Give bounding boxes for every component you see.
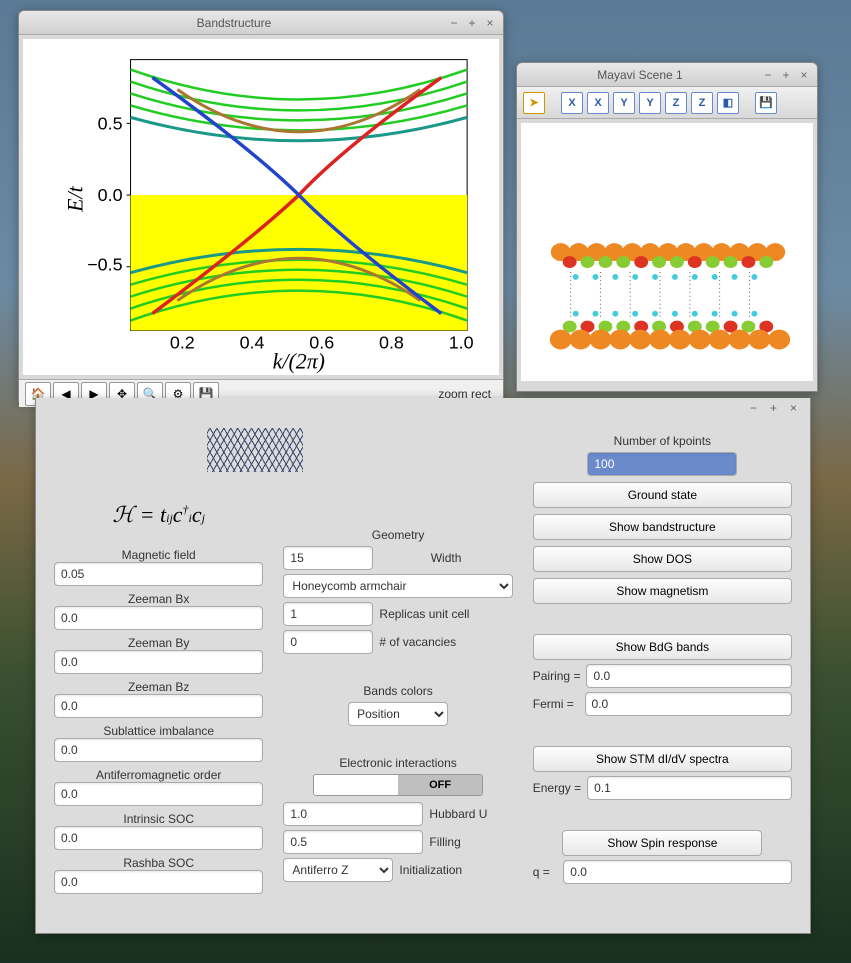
minimize-icon[interactable]: − — [447, 16, 461, 30]
show-bandstructure-button[interactable]: Show bandstructure — [533, 514, 792, 540]
zeeman-bz-label: Zeeman Bz — [128, 680, 189, 694]
axis-y-minus-icon[interactable]: Y — [639, 92, 661, 114]
close-icon[interactable]: × — [483, 16, 497, 30]
svg-text:0.2: 0.2 — [170, 332, 195, 352]
show-dos-button[interactable]: Show DOS — [533, 546, 792, 572]
minimize-icon[interactable]: − — [761, 68, 775, 82]
mayavi-titlebar[interactable]: Mayavi Scene 1 − + × — [517, 63, 817, 87]
bands-colors-select[interactable]: Position — [348, 702, 448, 726]
bandstructure-plot[interactable]: E/t k/(2π) 0.5 0.0 −0.5 0.2 0.4 0.6 0.8 … — [23, 39, 499, 375]
replicas-input[interactable] — [283, 602, 373, 626]
pointer-icon[interactable]: ➤ — [523, 92, 545, 114]
eint-label: Electronic interactions — [339, 756, 456, 770]
init-select[interactable]: Antiferro Z — [283, 858, 393, 882]
minimize-icon[interactable]: − — [750, 401, 764, 415]
intrinsic-soc-label: Intrinsic SOC — [123, 812, 194, 826]
zeeman-by-label: Zeeman By — [128, 636, 189, 650]
rashba-soc-input[interactable] — [54, 870, 263, 894]
svg-text:0.0: 0.0 — [98, 185, 123, 205]
geometry-label: Geometry — [372, 528, 425, 542]
energy-input[interactable] — [587, 776, 792, 800]
axis-z-plus-icon[interactable]: Z — [665, 92, 687, 114]
hamiltonian-equation: ℋ = tijc†icj — [112, 502, 205, 528]
hubbard-input[interactable] — [283, 802, 423, 826]
column-hamiltonian-params: ℋ = tijc†icj Magnetic field Zeeman Bx Ze… — [54, 428, 263, 894]
svg-text:1.0: 1.0 — [449, 332, 474, 352]
kpoints-label: Number of kpoints — [614, 434, 711, 448]
svg-text:E/t: E/t — [63, 185, 88, 212]
zeeman-by-input[interactable] — [54, 650, 263, 674]
intrinsic-soc-input[interactable] — [54, 826, 263, 850]
sublattice-input[interactable] — [54, 738, 263, 762]
bandstructure-title: Bandstructure — [25, 16, 443, 30]
mayavi-window: Mayavi Scene 1 − + × ➤ X X Y Y Z Z ◧ 💾 — [516, 62, 818, 392]
filling-label: Filling — [429, 835, 460, 849]
mayavi-toolbar: ➤ X X Y Y Z Z ◧ 💾 — [517, 87, 817, 119]
show-spin-button[interactable]: Show Spin response — [562, 830, 762, 856]
fermi-label: Fermi = — [533, 697, 579, 711]
zeeman-bx-label: Zeeman Bx — [128, 592, 189, 606]
axis-y-plus-icon[interactable]: Y — [613, 92, 635, 114]
maximize-icon[interactable]: + — [779, 68, 793, 82]
isometric-icon[interactable]: ◧ — [717, 92, 739, 114]
svg-text:0.6: 0.6 — [309, 332, 334, 352]
init-label: Initialization — [399, 863, 462, 877]
show-bdg-button[interactable]: Show BdG bands — [533, 634, 792, 660]
width-label: Width — [379, 551, 512, 565]
close-icon[interactable]: × — [790, 401, 804, 415]
svg-text:0.5: 0.5 — [98, 113, 123, 133]
fermi-input[interactable] — [585, 692, 792, 716]
vacancies-label: # of vacancies — [379, 635, 456, 649]
afm-input[interactable] — [54, 782, 263, 806]
energy-label: Energy = — [533, 781, 581, 795]
magnetic-field-label: Magnetic field — [122, 548, 196, 562]
ground-state-button[interactable]: Ground state — [533, 482, 792, 508]
close-icon[interactable]: × — [797, 68, 811, 82]
width-input[interactable] — [283, 546, 373, 570]
bands-colors-label: Bands colors — [363, 684, 432, 698]
afm-label: Antiferromagnetic order — [96, 768, 221, 782]
svg-text:−0.5: −0.5 — [87, 255, 122, 275]
replicas-label: Replicas unit cell — [379, 607, 469, 621]
maximize-icon[interactable]: + — [770, 401, 784, 415]
show-magnetism-button[interactable]: Show magnetism — [533, 578, 792, 604]
pairing-input[interactable] — [586, 664, 792, 688]
sublattice-label: Sublattice imbalance — [103, 724, 214, 738]
bandstructure-titlebar[interactable]: Bandstructure − + × — [19, 11, 503, 35]
axis-x-plus-icon[interactable]: X — [561, 92, 583, 114]
axis-x-minus-icon[interactable]: X — [587, 92, 609, 114]
rashba-soc-label: Rashba SOC — [123, 856, 194, 870]
zeeman-bx-input[interactable] — [54, 606, 263, 630]
control-titlebar: − + × — [36, 398, 810, 418]
svg-text:0.8: 0.8 — [379, 332, 404, 352]
mayavi-scene[interactable] — [521, 123, 813, 381]
zeeman-bz-input[interactable] — [54, 694, 263, 718]
column-geometry: Geometry Width Honeycomb armchair Replic… — [283, 428, 512, 894]
filling-input[interactable] — [283, 830, 423, 854]
q-label: q = — [533, 865, 558, 879]
control-panel: − + × ℋ = tijc†icj Magnetic field Zeeman… — [35, 398, 811, 934]
bandstructure-window: Bandstructure − + × — [18, 10, 504, 402]
svg-text:0.4: 0.4 — [240, 332, 265, 352]
pairing-label: Pairing = — [533, 669, 581, 683]
vacancies-input[interactable] — [283, 630, 373, 654]
q-input[interactable] — [563, 860, 792, 884]
hubbard-label: Hubbard U — [429, 807, 487, 821]
show-stm-button[interactable]: Show STM dI/dV spectra — [533, 746, 792, 772]
column-actions: Number of kpoints Ground state Show band… — [533, 428, 792, 894]
mayavi-title: Mayavi Scene 1 — [523, 68, 757, 82]
maximize-icon[interactable]: + — [465, 16, 479, 30]
eint-toggle[interactable]: OFF — [313, 774, 483, 796]
save-scene-icon[interactable]: 💾 — [755, 92, 777, 114]
magnetic-field-input[interactable] — [54, 562, 263, 586]
kpoints-input[interactable] — [587, 452, 737, 476]
lattice-select[interactable]: Honeycomb armchair — [283, 574, 512, 598]
axis-z-minus-icon[interactable]: Z — [691, 92, 713, 114]
